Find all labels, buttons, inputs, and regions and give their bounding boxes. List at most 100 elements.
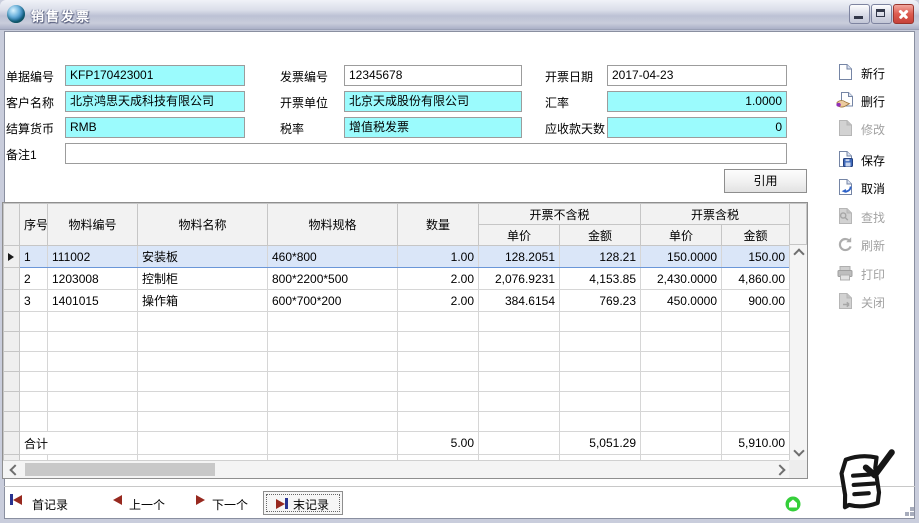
exchange-rate-input[interactable]: 1.0000 [607, 91, 787, 112]
doc-no-label: 单据编号 [6, 69, 54, 85]
cell [138, 312, 268, 332]
cell-amt-in[interactable]: 4,860.00 [722, 268, 789, 290]
cell-price-in[interactable]: 2,430.0000 [641, 268, 722, 290]
currency-input[interactable]: RMB [65, 117, 245, 138]
table-row[interactable]: 3 1401015 操作箱 600*700*200 2.00 384.6154 … [4, 290, 790, 312]
cell-price-in[interactable]: 450.0000 [641, 290, 722, 312]
cell-amt-ex[interactable]: 769.23 [560, 290, 641, 312]
last-record-button[interactable]: 末记录 [263, 491, 343, 515]
cell [398, 412, 479, 432]
globe-icon [7, 5, 25, 23]
cell [560, 372, 641, 392]
last-record-icon [276, 498, 288, 512]
scroll-left-icon[interactable] [9, 464, 20, 475]
cell [560, 332, 641, 352]
scroll-right-icon[interactable] [774, 464, 785, 475]
cell-price-in[interactable]: 150.0000 [641, 246, 722, 268]
resize-grip-icon[interactable] [910, 507, 914, 511]
customer-input[interactable]: 北京鸿思天成科技有限公司 [65, 91, 245, 112]
customer-label: 客户名称 [6, 95, 54, 111]
cell [20, 412, 48, 432]
cell [641, 352, 722, 372]
title-bar[interactable]: 销售发票 [0, 0, 919, 30]
tax-rate-input[interactable]: 增值税发票 [344, 117, 522, 138]
cell-qty[interactable]: 2.00 [398, 290, 479, 312]
cancel-button[interactable]: 取消 [834, 176, 914, 200]
cell-name[interactable]: 安装板 [138, 246, 268, 268]
receivable-days-input[interactable]: 0 [607, 117, 787, 138]
horizontal-scrollbar[interactable] [3, 460, 789, 478]
cell-name[interactable]: 控制柜 [138, 268, 268, 290]
billing-unit-input[interactable]: 北京天成股份有限公司 [344, 91, 522, 112]
action-label: 关闭 [861, 294, 885, 311]
row-selector [4, 412, 20, 432]
cell-code[interactable]: 111002 [48, 246, 138, 268]
minimize-button[interactable] [849, 4, 870, 24]
cell-code[interactable]: 1401015 [48, 290, 138, 312]
next-record-button[interactable]: 下一个 [196, 494, 205, 514]
cell-amt-ex[interactable]: 4,153.85 [560, 268, 641, 290]
cell [138, 352, 268, 372]
cell-name[interactable]: 操作箱 [138, 290, 268, 312]
reference-button[interactable]: 引用 [724, 169, 807, 193]
cell [641, 312, 722, 332]
cell-price-ex[interactable]: 384.6154 [479, 290, 560, 312]
action-label: 刷新 [861, 237, 885, 254]
resize-grip-icon[interactable] [910, 512, 914, 516]
cell-seq[interactable]: 1 [20, 246, 48, 268]
next-record-icon [196, 495, 205, 505]
cell-spec[interactable]: 800*2200*500 [268, 268, 398, 290]
cell-spec[interactable]: 460*800 [268, 246, 398, 268]
cell [722, 332, 789, 352]
table-row[interactable]: 2 1203008 控制柜 800*2200*500 2.00 2,076.92… [4, 268, 790, 290]
cell-seq[interactable]: 2 [20, 268, 48, 290]
cell [48, 392, 138, 412]
cell-amt-ex[interactable]: 128.21 [560, 246, 641, 268]
cell [560, 392, 641, 412]
invoice-no-input[interactable]: 12345678 [344, 65, 522, 86]
scroll-up-icon[interactable] [793, 248, 804, 259]
cell [268, 352, 398, 372]
nav-label: 下一个 [212, 496, 248, 513]
window-frame [0, 519, 919, 523]
remark-input[interactable] [65, 143, 787, 164]
minimize-icon [854, 16, 863, 19]
cell-price-ex[interactable]: 128.2051 [479, 246, 560, 268]
vertical-scrollbar[interactable] [789, 245, 807, 460]
cell-spec[interactable]: 600*700*200 [268, 290, 398, 312]
invoice-date-input[interactable]: 2017-04-23 [607, 65, 787, 86]
cell-price-ex[interactable]: 2,076.9231 [479, 268, 560, 290]
find-page-icon [836, 207, 854, 225]
cell-amt-in[interactable]: 900.00 [722, 290, 789, 312]
save-button[interactable]: 保存 [834, 148, 914, 172]
maximize-button[interactable] [871, 4, 892, 24]
close-button[interactable] [893, 4, 914, 24]
delete-row-button[interactable]: 删行 [834, 89, 914, 113]
scrollbar-thumb[interactable] [25, 463, 215, 476]
cell [268, 372, 398, 392]
total-qty: 5.00 [398, 432, 479, 455]
doc-no-input[interactable]: KFP170423001 [65, 65, 245, 86]
cell-amt-in[interactable]: 150.00 [722, 246, 789, 268]
cell [722, 412, 789, 432]
first-record-arrow-icon [13, 495, 22, 505]
action-label: 删行 [861, 93, 885, 110]
cell [268, 412, 398, 432]
cell [641, 432, 722, 455]
cell [722, 372, 789, 392]
previous-record-button[interactable]: 上一个 [113, 494, 122, 514]
first-record-button[interactable]: 首记录 [10, 494, 22, 514]
cell-qty[interactable]: 2.00 [398, 268, 479, 290]
cell [138, 372, 268, 392]
table-row[interactable]: 1 111002 安装板 460*800 1.00 128.2051 128.2… [4, 246, 790, 268]
total-row: 合计 5.00 5,051.29 5,910.00 [4, 432, 790, 455]
new-row-button[interactable]: 新行 [834, 61, 914, 85]
resize-grip-icon[interactable] [905, 512, 909, 516]
scroll-down-icon[interactable] [793, 445, 804, 456]
cell [20, 312, 48, 332]
cell-code[interactable]: 1203008 [48, 268, 138, 290]
cell-qty[interactable]: 1.00 [398, 246, 479, 268]
cell [20, 332, 48, 352]
action-label: 新行 [861, 65, 885, 82]
cell-seq[interactable]: 3 [20, 290, 48, 312]
